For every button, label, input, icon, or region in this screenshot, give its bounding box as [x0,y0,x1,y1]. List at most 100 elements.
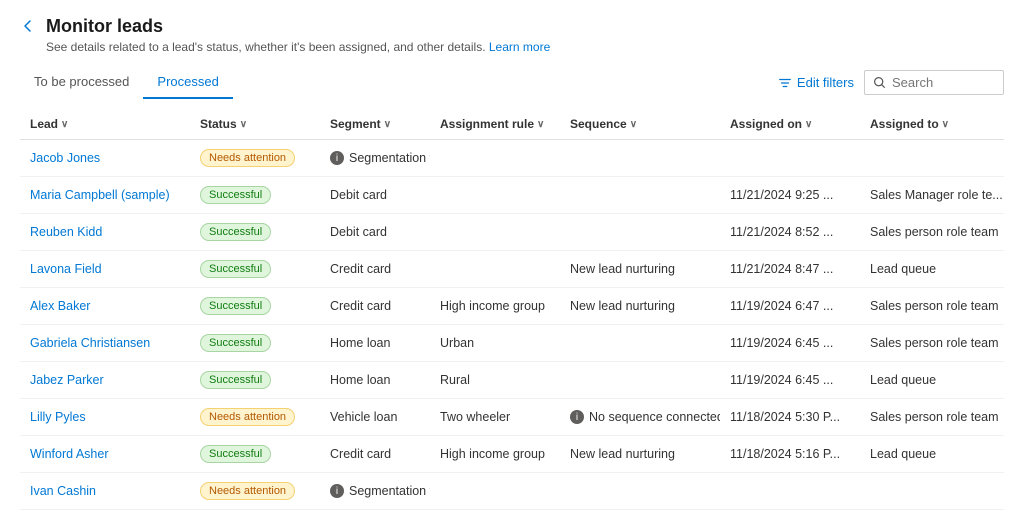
lead-link[interactable]: Lavona Field [30,262,102,276]
status-badge: Needs attention [200,482,295,500]
assigned-to-cell: Lead queue [860,362,1004,399]
segment-cell: Home loan [320,325,430,362]
learn-more-link[interactable]: Learn more [489,40,550,54]
tab-bar: To be processed Processed [20,66,233,99]
assignment-rule-cell: Urban [430,325,560,362]
sequence-cell [560,140,720,177]
col-header-sequence[interactable]: Sequence ∨ [560,109,720,140]
sequence-cell: New lead nurturing [560,251,720,288]
status-badge: Needs attention [200,408,295,426]
assigned-on-cell: 11/19/2024 6:45 ... [720,362,860,399]
page-title: Monitor leads [46,16,550,37]
table-row: Ivan Cashin Needs attention iSegmentation … [20,473,1004,510]
table-row: Jacob JonesNeeds attentioniSegmentation … [20,140,1004,177]
col-header-status[interactable]: Status ∨ [190,109,320,140]
lead-link[interactable]: Ivan Cashin [30,484,96,498]
segment-cell: Debit card [320,177,430,214]
table-row: Gabriela Christiansen Successful Home loan… [20,325,1004,362]
lead-link[interactable]: Winford Asher [30,447,109,461]
lead-link[interactable]: Reuben Kidd [30,225,102,239]
table-row: Lilly Pyles Needs attention Vehicle loanTw… [20,399,1004,436]
assignment-rule-cell [430,140,560,177]
back-button[interactable] [20,16,36,34]
segment-cell: Vehicle loan [320,399,430,436]
assigned-on-cell: 11/19/2024 6:47 ... [720,288,860,325]
status-badge: Successful [200,371,271,389]
assigned-to-cell: Sales Manager role te... [860,177,1004,214]
sequence-cell: New lead nurturing [560,288,720,325]
tab-to-be-processed[interactable]: To be processed [20,66,143,99]
segment-cell: Credit card [320,288,430,325]
lead-link[interactable]: Jacob Jones [30,151,100,165]
status-badge: Successful [200,297,271,315]
col-header-segment[interactable]: Segment ∨ [320,109,430,140]
info-icon: i [330,484,344,498]
table-row: Alex Baker Successful Credit cardHigh inco… [20,288,1004,325]
segment-cell: iSegmentation failed [320,473,430,510]
table-row: Lavona Field Successful Credit card New lea… [20,251,1004,288]
assigned-on-cell: 11/19/2024 6:45 ... [720,325,860,362]
assignment-rule-cell [430,473,560,510]
col-header-lead[interactable]: Lead ∨ [20,109,190,140]
col-header-assignment-rule[interactable]: Assignment rule ∨ [430,109,560,140]
assigned-to-cell: Sales person role team [860,399,1004,436]
info-icon: i [330,151,344,165]
segment-cell: Home loan [320,362,430,399]
assigned-on-cell: 11/21/2024 8:52 ... [720,214,860,251]
assigned-on-cell [720,473,860,510]
assignment-rule-cell [430,177,560,214]
edit-filters-button[interactable]: Edit filters [778,75,854,90]
leads-table: Lead ∨ Status ∨ Segment ∨ Assignment rul… [20,109,1004,510]
sequence-cell: New lead nurturing [560,436,720,473]
segment-cell: Debit card [320,214,430,251]
assignment-rule-cell: High income group [430,288,560,325]
assigned-to-cell: Sales person role team [860,288,1004,325]
assigned-to-cell [860,140,1004,177]
page-subtitle: See details related to a lead's status, … [46,40,550,54]
table-row: Jabez Parker Successful Home loanRural 11/1… [20,362,1004,399]
search-input[interactable] [892,75,995,90]
sequence-cell: iNo sequence connected [560,399,720,436]
assigned-to-cell: Lead queue [860,436,1004,473]
assignment-rule-cell: High income group [430,436,560,473]
assigned-to-cell: Sales person role team [860,214,1004,251]
sequence-cell [560,214,720,251]
lead-link[interactable]: Jabez Parker [30,373,104,387]
status-badge: Successful [200,186,271,204]
table-row: Reuben Kidd Successful Debit card 11/21/202… [20,214,1004,251]
assignment-rule-cell [430,214,560,251]
assigned-to-cell: Lead queue [860,251,1004,288]
lead-link[interactable]: Maria Campbell (sample) [30,188,170,202]
assigned-on-cell [720,140,860,177]
segment-cell: iSegmentation failed [320,140,430,177]
sequence-cell [560,473,720,510]
lead-link[interactable]: Lilly Pyles [30,410,86,424]
assignment-rule-cell [430,251,560,288]
sequence-cell [560,177,720,214]
assigned-on-cell: 11/21/2024 8:47 ... [720,251,860,288]
assigned-on-cell: 11/21/2024 9:25 ... [720,177,860,214]
status-badge: Successful [200,223,271,241]
sequence-cell [560,325,720,362]
warning-icon: i [570,410,584,424]
search-icon [873,76,886,89]
lead-link[interactable]: Gabriela Christiansen [30,336,150,350]
table-row: Maria Campbell (sample) Successful Debit c… [20,177,1004,214]
status-badge: Successful [200,260,271,278]
assigned-on-cell: 11/18/2024 5:16 P... [720,436,860,473]
lead-link[interactable]: Alex Baker [30,299,90,313]
col-header-assigned-to[interactable]: Assigned to ∨ [860,109,1004,140]
table-row: Winford AsherSuccessfulCredit cardHigh i… [20,436,1004,473]
col-header-assigned-on[interactable]: Assigned on ∨ [720,109,860,140]
assigned-to-cell: Sales person role team [860,325,1004,362]
assigned-to-cell [860,473,1004,510]
tab-processed[interactable]: Processed [143,66,232,99]
assignment-rule-cell: Rural [430,362,560,399]
segment-cell: Credit card [320,251,430,288]
leads-table-container: Lead ∨ Status ∨ Segment ∨ Assignment rul… [20,109,1004,510]
status-badge: Successful [200,334,271,352]
segment-cell: Credit card [320,436,430,473]
search-box[interactable] [864,70,1004,95]
assignment-rule-cell: Two wheeler [430,399,560,436]
sequence-cell [560,362,720,399]
